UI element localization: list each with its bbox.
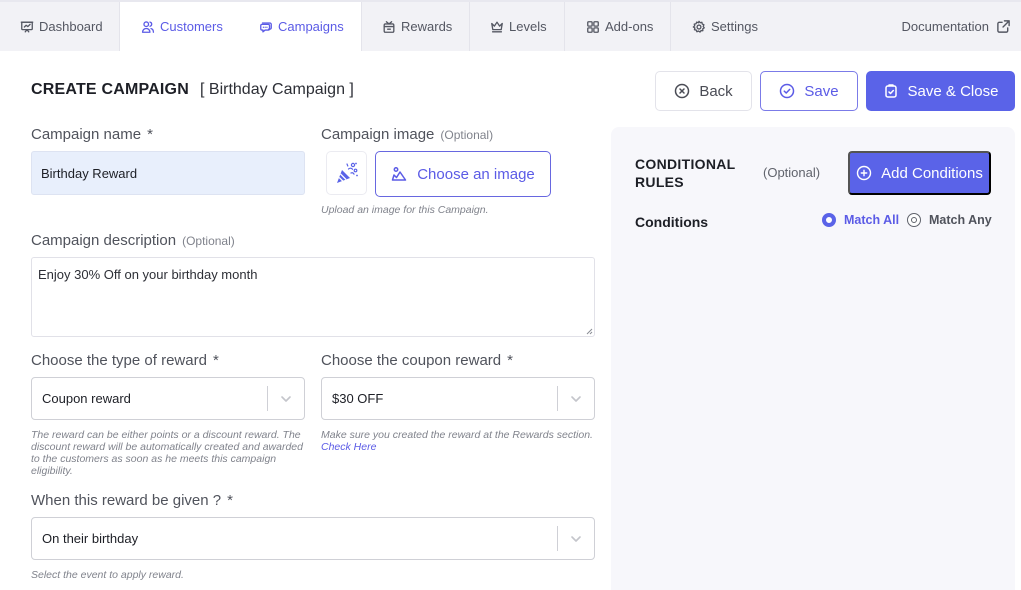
dropdown-toggle[interactable] [558,533,594,545]
campaign-image-label: Campaign image (Optional) [321,126,493,143]
required-marker: * [147,126,153,143]
campaign-name-input[interactable]: Birthday Reward [31,151,305,195]
dropdown-toggle[interactable] [268,393,304,405]
close-circle-icon [675,83,690,99]
campaign-description-textarea[interactable]: Enjoy 30% Off on your birthday month [31,257,595,337]
tab-label: Rewards [401,19,453,34]
users-icon [141,20,155,33]
resize-grip-icon[interactable] [585,327,593,335]
campaign-description-label: Campaign description (Optional) [31,232,235,249]
label-text: Campaign image [321,126,435,143]
coupon-reward-value: $30 OFF [332,391,384,406]
required-marker: * [227,492,233,509]
campaign-image-hint: Upload an image for this Campaign. [321,204,489,216]
coupon-reward-label: Choose the coupon reward * [321,352,513,369]
label-text: When this reward be given ? [31,492,222,509]
external-link-icon [997,20,1010,33]
chevron-down-icon [571,395,581,402]
coupon-reward-hint: Make sure you created the reward at the … [321,429,601,453]
reward-type-value: Coupon reward [42,391,131,406]
label-text: Campaign description [31,232,177,249]
label-text: Choose the coupon reward [321,352,502,369]
tab-label: Campaigns [278,19,344,34]
documentation-label: Documentation [901,19,989,34]
radio-selected-icon [822,213,836,227]
add-conditions-button[interactable]: Add Conditions [848,151,991,195]
back-label: Back [699,82,733,100]
label-text: Campaign name [31,126,142,143]
tab-campaigns[interactable]: Campaigns [240,2,362,51]
choose-image-button[interactable]: Choose an image [375,151,551,197]
top-navigation: Dashboard Customers Campaigns Rewards Le… [0,0,1021,51]
conditional-rules-panel: CONDITIONAL RULES (Optional) Add Conditi… [611,127,1015,590]
match-any-label: Match Any [929,213,992,227]
optional-marker: (Optional) [182,234,235,248]
trigger-value: On their birthday [42,531,139,546]
conditions-label: Conditions [635,214,709,230]
match-any-radio[interactable]: Match Any [907,213,992,227]
save-label: Save [804,82,839,100]
presentation-icon [20,21,34,32]
campaign-image-thumbnail [326,151,367,195]
gift-box-icon [383,20,395,33]
campaign-name-label: Campaign name * [31,126,153,143]
check-circle-icon [780,83,795,99]
documentation-link[interactable]: Documentation [902,2,1011,51]
choose-image-label: Choose an image [417,165,535,183]
match-all-radio[interactable]: Match All [822,213,899,227]
trigger-label: When this reward be given ? * [31,492,233,509]
page-title: CREATE CAMPAIGN [31,81,189,98]
save-and-close-label: Save & Close [907,82,999,100]
required-marker: * [212,352,219,369]
gear-icon [692,20,705,33]
clipboard-check-icon [884,84,897,98]
chevron-down-icon [571,535,581,542]
save-and-close-button[interactable]: Save & Close [866,71,1015,111]
tab-label: Settings [711,19,758,34]
check-here-link[interactable]: Check Here [321,441,376,453]
party-popper-icon [336,162,358,183]
match-all-label: Match All [844,213,900,227]
tab-customers[interactable]: Customers [120,2,240,51]
required-marker: * [507,352,513,369]
tab-dashboard[interactable]: Dashboard [0,2,120,51]
tab-settings[interactable]: Settings [671,2,771,51]
optional-marker: (Optional) [440,128,494,142]
trigger-hint: Select the event to apply reward. [31,569,184,581]
tab-rewards[interactable]: Rewards [362,2,470,51]
label-text: Choose the type of reward [31,352,207,369]
tab-label: Customers [160,19,223,34]
image-mountain-icon [391,167,407,181]
back-button[interactable]: Back [655,71,752,111]
reward-type-hint: The reward can be either points or a dis… [31,429,303,477]
save-button[interactable]: Save [760,71,858,111]
campaign-subtitle: [ Birthday Campaign ] [200,81,354,98]
tab-add-ons[interactable]: Add-ons [565,2,671,51]
coupon-hint-text: Make sure you created the reward at the … [321,429,593,441]
optional-marker: (Optional) [763,165,821,180]
radio-unselected-icon [907,213,921,227]
coupon-reward-select[interactable]: $30 OFF [321,377,595,420]
tab-label: Add-ons [605,19,654,34]
chat-bubbles-icon [260,21,272,32]
dropdown-toggle[interactable] [558,393,594,405]
crown-icon [491,21,503,32]
reward-type-select[interactable]: Coupon reward [31,377,305,420]
chevron-down-icon [281,395,291,402]
grid-icon [587,20,599,33]
trigger-select[interactable]: On their birthday [31,517,595,560]
plus-circle-icon [856,165,872,181]
tab-levels[interactable]: Levels [470,2,565,51]
tab-label: Levels [509,19,547,34]
conditional-rules-title: CONDITIONAL RULES [635,156,736,190]
tab-label: Dashboard [39,19,103,34]
reward-type-label: Choose the type of reward * [31,352,219,369]
add-conditions-label: Add Conditions [881,164,983,182]
